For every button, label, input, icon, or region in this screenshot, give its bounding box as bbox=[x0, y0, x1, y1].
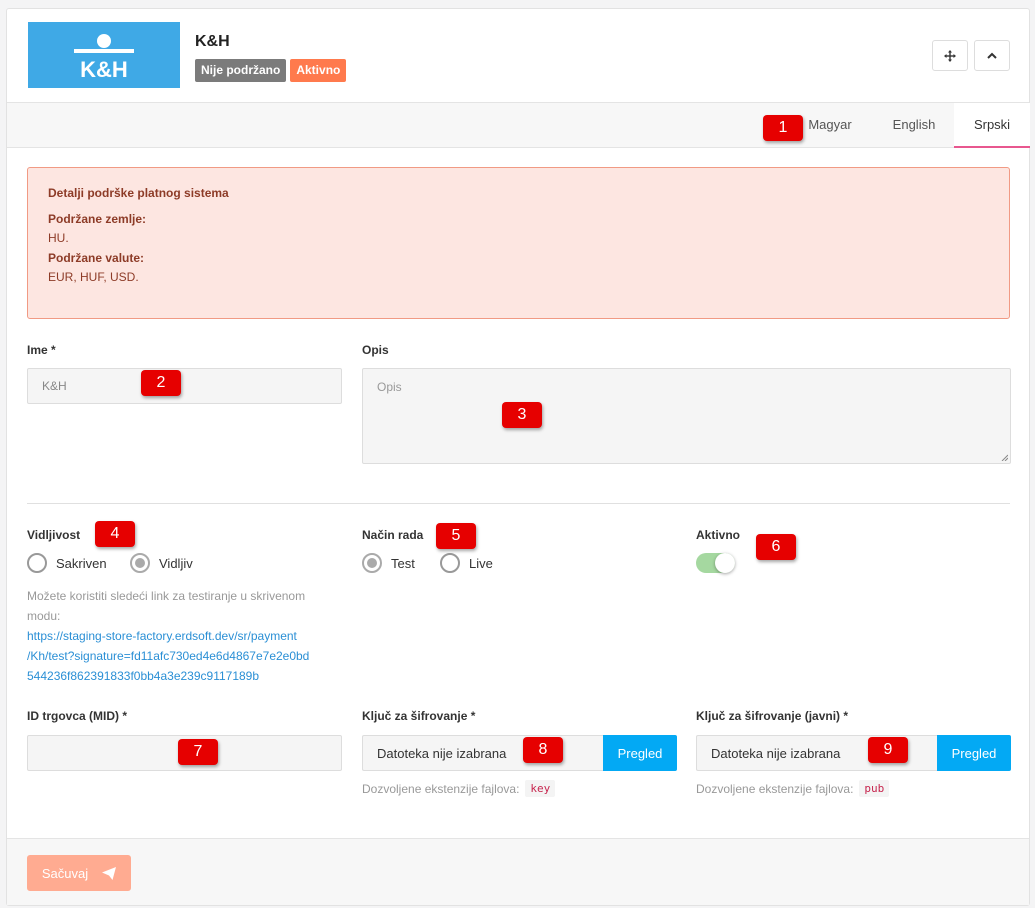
kh-logo: K&H bbox=[28, 22, 180, 88]
marker-1: 1 bbox=[763, 115, 803, 141]
marker-2: 2 bbox=[141, 370, 181, 396]
key-browse-button[interactable]: Pregled bbox=[603, 735, 677, 771]
pubkey-browse-button[interactable]: Pregled bbox=[937, 735, 1011, 771]
mode-test-label: Test bbox=[391, 555, 415, 571]
language-tabs: Magyar English Srpski bbox=[7, 103, 1030, 148]
key-file-input[interactable]: Datoteka nije izabrana Pregled bbox=[362, 735, 677, 771]
unsupported-badge: Nije podržano bbox=[195, 59, 287, 82]
resize-handle-icon[interactable] bbox=[1000, 453, 1008, 461]
countries-value: HU. bbox=[48, 231, 69, 245]
pubkey-extensions: Dozvoljene ekstenzije fajlova: pub bbox=[696, 780, 890, 797]
name-label: Ime * bbox=[27, 343, 56, 357]
test-link-line-3[interactable]: 544236f862391833f0bb4a3e239c9117189b bbox=[27, 666, 352, 686]
visibility-label: Vidljivost bbox=[27, 528, 81, 542]
description-textarea[interactable]: Opis bbox=[362, 368, 1011, 464]
active-badge: Aktivno bbox=[290, 59, 347, 82]
marker-3: 3 bbox=[502, 402, 542, 428]
visibility-visible-label: Vidljiv bbox=[159, 555, 193, 571]
toggle-knob bbox=[715, 553, 735, 573]
test-link-line-2[interactable]: /Kh/test?signature=fd11afc730ed4e6d4867e… bbox=[27, 646, 352, 666]
save-button[interactable]: Sačuvaj bbox=[27, 855, 131, 891]
description-placeholder: Opis bbox=[377, 380, 402, 394]
alert-heading: Detalji podrške platnog sistema bbox=[48, 186, 229, 200]
mid-label: ID trgovca (MID) * bbox=[27, 709, 128, 723]
chevron-up-icon bbox=[987, 52, 997, 59]
marker-7: 7 bbox=[178, 739, 218, 765]
key-file-name[interactable]: Datoteka nije izabrana bbox=[362, 735, 603, 771]
card-footer: Sačuvaj bbox=[7, 838, 1029, 905]
active-toggle[interactable] bbox=[696, 553, 735, 573]
visibility-hint-line-2: modu: bbox=[27, 609, 61, 623]
mode-option-test[interactable]: Test bbox=[362, 553, 415, 573]
visibility-option-hidden[interactable]: Sakriven bbox=[27, 553, 107, 573]
status-badges: Nije podržano Aktivno bbox=[195, 59, 347, 82]
card-header: K&H K&H Nije podržano Aktivno bbox=[7, 9, 1029, 103]
payment-method-card: K&H K&H Nije podržano Aktivno Magyar Eng… bbox=[6, 8, 1030, 906]
marker-4: 4 bbox=[95, 521, 135, 547]
radio-visible[interactable] bbox=[130, 553, 150, 573]
send-icon bbox=[102, 866, 117, 880]
test-link-line-1[interactable]: https://staging-store-factory.erdsoft.de… bbox=[27, 626, 352, 646]
collapse-button[interactable] bbox=[974, 40, 1010, 71]
radio-hidden[interactable] bbox=[27, 553, 47, 573]
section-divider bbox=[27, 503, 1010, 504]
mode-option-live[interactable]: Live bbox=[440, 553, 493, 573]
marker-9: 9 bbox=[868, 737, 908, 763]
pubkey-file-input[interactable]: Datoteka nije izabrana Pregled bbox=[696, 735, 1011, 771]
radio-test[interactable] bbox=[362, 553, 382, 573]
description-label: Opis bbox=[362, 343, 389, 357]
tab-srpski[interactable]: Srpski bbox=[954, 103, 1030, 148]
currencies-label: Podržane valute: bbox=[48, 251, 145, 265]
save-label: Sačuvaj bbox=[41, 865, 89, 881]
tab-magyar[interactable]: Magyar bbox=[793, 103, 867, 148]
pubkey-label: Ključ za šifrovanje (javni) * bbox=[696, 709, 849, 723]
active-label: Aktivno bbox=[696, 528, 741, 542]
pubkey-ext-label: Dozvoljene ekstenzije fajlova: bbox=[696, 781, 854, 796]
move-button[interactable] bbox=[932, 40, 968, 71]
key-extensions: Dozvoljene ekstenzije fajlova: key bbox=[362, 780, 556, 797]
move-icon bbox=[944, 49, 956, 62]
mode-label: Način rada bbox=[362, 528, 424, 542]
visibility-hint-line-1: Možete koristiti sledeći link za testira… bbox=[27, 589, 306, 603]
currencies-value: EUR, HUF, USD. bbox=[48, 270, 139, 284]
test-link[interactable]: https://staging-store-factory.erdsoft.de… bbox=[27, 626, 352, 686]
support-details-alert: Detalji podrške platnog sistema Podržane… bbox=[27, 167, 1010, 319]
page-title: K&H bbox=[195, 33, 230, 50]
countries-label: Podržane zemlje: bbox=[48, 212, 147, 226]
radio-live[interactable] bbox=[440, 553, 460, 573]
pubkey-ext-code: pub bbox=[859, 780, 890, 797]
visibility-hint: Možete koristiti sledeći link za testira… bbox=[27, 586, 347, 626]
marker-6: 6 bbox=[756, 534, 796, 560]
name-input[interactable]: K&H bbox=[27, 368, 342, 404]
visibility-option-visible[interactable]: Vidljiv bbox=[130, 553, 193, 573]
key-label: Ključ za šifrovanje * bbox=[362, 709, 476, 723]
key-ext-code: key bbox=[525, 780, 556, 797]
marker-8: 8 bbox=[523, 737, 563, 763]
mode-live-label: Live bbox=[469, 555, 493, 571]
marker-5: 5 bbox=[436, 523, 476, 549]
visibility-hidden-label: Sakriven bbox=[56, 555, 107, 571]
tab-english[interactable]: English bbox=[879, 103, 949, 148]
logo-text: K&H bbox=[80, 57, 128, 82]
key-ext-label: Dozvoljene ekstenzije fajlova: bbox=[362, 781, 520, 796]
